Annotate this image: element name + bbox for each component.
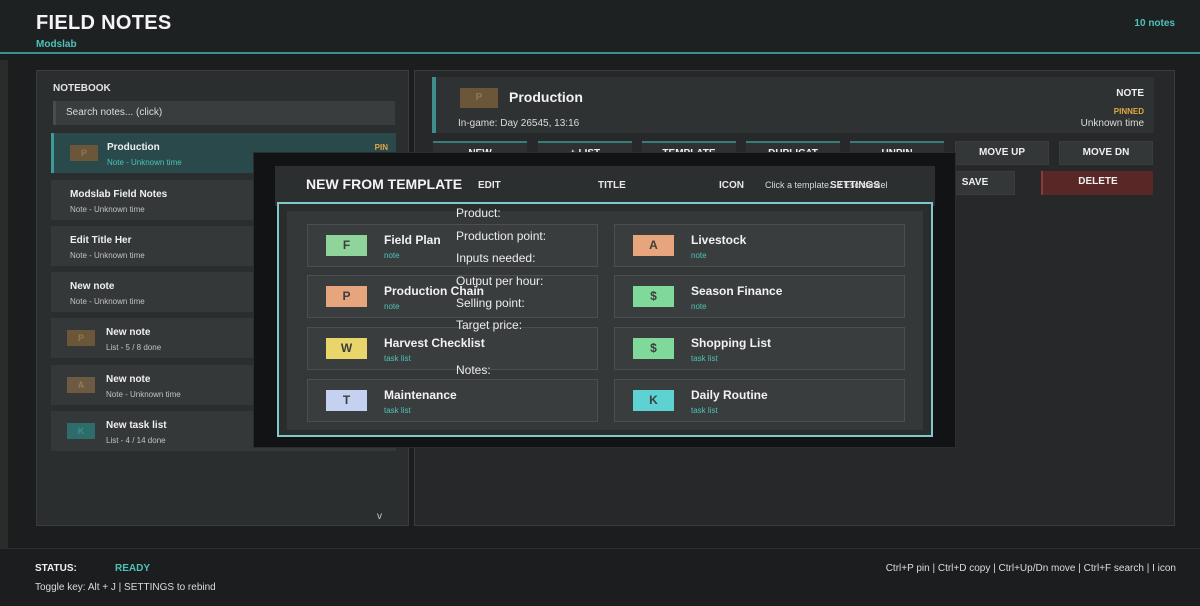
template-card-season-finance[interactable]: $ Season Finance note [614, 275, 905, 318]
note-item-meta: Note - Unknown time [70, 297, 145, 306]
note-item-meta: Note - Unknown time [70, 205, 145, 214]
note-type-icon: A [67, 377, 95, 393]
note-type-label: NOTE [1116, 88, 1144, 99]
move-down-button[interactable]: MOVE DN [1059, 141, 1153, 165]
template-name: Harvest Checklist [384, 336, 485, 350]
note-body-line: Output per hour: [456, 274, 544, 288]
note-body-line: Inputs needed: [456, 251, 536, 265]
template-type: task list [691, 406, 718, 415]
template-name: Livestock [691, 233, 747, 247]
template-type: task list [384, 354, 411, 363]
note-item-meta: List - 4 / 14 done [106, 436, 166, 445]
template-name: Shopping List [691, 336, 771, 350]
note-real-time: Unknown time [1080, 118, 1144, 129]
wheat-icon: W [326, 338, 367, 359]
note-detail-card: P Production In-game: Day 26545, 13:16 N… [432, 77, 1154, 133]
template-card-production-chain[interactable]: P Production Chain note [307, 275, 598, 318]
template-type: note [691, 251, 707, 260]
scroll-down-icon[interactable]: v [377, 511, 382, 522]
routine-icon: K [633, 390, 674, 411]
note-ingame-time: In-game: Day 26545, 13:16 [458, 118, 580, 129]
template-card-shopping-list[interactable]: $ Shopping List task list [614, 327, 905, 370]
template-name: Field Plan [384, 233, 441, 247]
template-type: note [384, 302, 400, 311]
template-card-field-plan[interactable]: F Field Plan note [307, 224, 598, 267]
animal-icon: A [633, 235, 674, 256]
modal-title: NEW FROM TEMPLATE [306, 176, 463, 192]
money-icon: $ [633, 286, 674, 307]
template-name: Season Finance [691, 284, 783, 298]
settings-button[interactable]: SETTINGS [830, 180, 880, 191]
status-label: STATUS: [35, 563, 77, 574]
note-item-meta: Note - Unknown time [106, 390, 181, 399]
note-count: 10 notes [1134, 18, 1175, 29]
note-body-line: Selling point: [456, 296, 525, 310]
template-type: task list [691, 354, 718, 363]
note-item-name: Edit Title Her [70, 235, 132, 246]
note-item-meta: Note - Unknown time [70, 251, 145, 260]
note-type-icon[interactable]: P [460, 88, 498, 108]
note-body-line: Notes: [456, 363, 491, 377]
note-item-name: New note [70, 281, 115, 292]
note-type-icon: K [67, 423, 95, 439]
delete-button[interactable]: DELETE [1041, 171, 1153, 195]
note-body-line: Product: [456, 206, 501, 220]
note-body-line: Production point: [456, 229, 547, 243]
status-bar: STATUS: READY Toggle key: Alt + J | SETT… [0, 548, 1200, 606]
note-item-name: New task list [106, 420, 167, 431]
app-title: FIELD NOTES [36, 12, 172, 34]
template-grid: F Field Plan note P Production Chain not… [287, 211, 923, 430]
status-value: READY [115, 563, 151, 574]
background-edge [0, 60, 8, 606]
note-item-name: Production [107, 142, 160, 153]
note-item-name: Modslab Field Notes [70, 189, 168, 200]
template-type: note [691, 302, 707, 311]
template-grid-frame: F Field Plan note P Production Chain not… [277, 202, 933, 437]
move-up-button[interactable]: MOVE UP [955, 141, 1049, 165]
field-icon: F [326, 235, 367, 256]
toggle-key-hint: Toggle key: Alt + J | SETTINGS to rebind [35, 582, 216, 593]
template-type: task list [384, 406, 411, 415]
pin-badge: PIN [374, 143, 388, 152]
title-button[interactable]: TITLE [598, 180, 626, 191]
template-card-livestock[interactable]: A Livestock note [614, 224, 905, 267]
note-type-icon: P [70, 145, 98, 161]
template-type: note [384, 251, 400, 260]
pinned-badge: PINNED [1113, 107, 1144, 116]
money-icon: $ [633, 338, 674, 359]
note-item-meta: List - 5 / 8 done [106, 343, 162, 352]
template-card-harvest-checklist[interactable]: W Harvest Checklist task list [307, 327, 598, 370]
template-card-maintenance[interactable]: T Maintenance task list [307, 379, 598, 422]
note-type-icon: P [67, 330, 95, 346]
note-title: Production [509, 89, 583, 105]
template-name: Maintenance [384, 388, 457, 402]
app-header: FIELD NOTES Modslab 10 notes [0, 0, 1200, 54]
search-input[interactable]: Search notes... (click) [53, 101, 395, 125]
template-card-daily-routine[interactable]: K Daily Routine task list [614, 379, 905, 422]
production-icon: P [326, 286, 367, 307]
sidebar-title: NOTEBOOK [53, 83, 111, 94]
edit-button[interactable]: EDIT [478, 180, 501, 191]
note-item-name: New note [106, 374, 151, 385]
note-body-line: Target price: [456, 318, 523, 332]
note-item-meta: Note - Unknown time [107, 158, 182, 167]
tool-icon: T [326, 390, 367, 411]
shortcut-hints: Ctrl+P pin | Ctrl+D copy | Ctrl+Up/Dn mo… [885, 563, 1176, 574]
template-name: Daily Routine [691, 388, 768, 402]
note-item-name: New note [106, 327, 151, 338]
app-subtitle: Modslab [36, 39, 77, 50]
icon-button[interactable]: ICON [719, 180, 744, 191]
